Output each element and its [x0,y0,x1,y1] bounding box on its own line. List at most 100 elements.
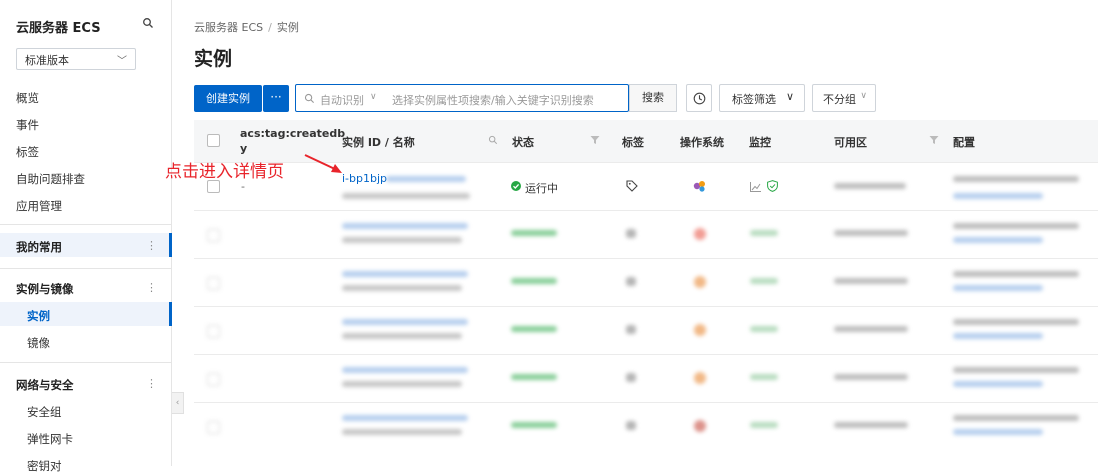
tag-icon [626,325,636,334]
os-logo-icon [694,228,706,240]
page-title: 实例 [194,48,233,70]
version-select[interactable]: 标准版本 ﹀ [16,48,136,70]
instance-id-blurred [342,367,468,373]
breadcrumb-current: 实例 [276,21,299,34]
zone-blurred [834,278,908,284]
column-header-os: 操作系统 [680,136,724,149]
sidebar-item-eni[interactable]: 弹性网卡 [27,431,73,447]
divider [0,224,172,225]
search-icon[interactable] [488,135,498,145]
instance-name-blurred [342,237,462,243]
column-header-tags: 标签 [622,136,644,149]
config-spec-blurred [953,319,1079,325]
status-blurred [511,230,557,236]
breadcrumb: 云服务器 ECS / 实例 [194,21,299,34]
zone-blurred [834,374,908,380]
sidebar-item-overview[interactable]: 概览 [16,90,39,106]
monitor-blurred [750,230,778,236]
sidebar-title: 云服务器 ECS [16,21,101,36]
os-logo-icon [693,181,705,192]
os-logo-icon [694,420,706,432]
breadcrumb-root[interactable]: 云服务器 ECS [194,21,263,34]
row-divider [194,354,1098,355]
filter-icon[interactable] [590,135,600,145]
sidebar-item-security-groups[interactable]: 安全组 [27,404,62,420]
row-divider [194,402,1098,403]
more-icon[interactable]: ⋮ [146,377,157,390]
select-all-checkbox[interactable] [207,134,220,147]
tag-icon [626,229,636,238]
instance-id-link[interactable]: i-bp1bjp [342,172,387,185]
shield-check-icon[interactable] [767,180,778,192]
arrow-icon [304,154,342,173]
favorites-active-indicator [169,233,172,257]
sidebar-item-troubleshoot[interactable]: 自助问题排查 [16,171,85,187]
os-logo-icon [694,372,706,384]
config-type-blurred [953,381,1043,387]
row-checkbox[interactable] [207,325,220,338]
create-instance-button[interactable]: 创建实例 [194,85,262,112]
config-spec-blurred [953,367,1079,373]
chevron-down-icon: ∨ [860,91,867,101]
group-select[interactable]: 不分组 ∨ [812,84,876,112]
filter-icon[interactable] [929,135,939,145]
search-icon[interactable] [142,17,154,29]
annotation-text: 点击进入详情页 [165,162,284,182]
sidebar-item-app-management[interactable]: 应用管理 [16,198,62,214]
history-button[interactable] [686,84,712,112]
instance-name-blurred [342,285,462,291]
instance-name-blurred [342,429,462,435]
search-button[interactable]: 搜索 [629,84,677,112]
os-logo-icon [694,276,706,288]
status-blurred [511,278,557,284]
sidebar-item-key-pairs[interactable]: 密钥对 [27,458,62,474]
config-type-blurred [953,285,1043,291]
row-checkbox[interactable] [207,229,220,242]
more-icon[interactable]: ⋮ [146,239,157,252]
group-select-value: 不分组 [823,93,856,106]
row-checkbox[interactable] [207,277,220,290]
sidebar-collapse-handle[interactable]: ‹ [172,392,184,414]
sidebar-group-instances-images[interactable]: 实例与镜像 [16,281,74,297]
zone-blurred [834,230,908,236]
version-select-value: 标准版本 [25,54,69,67]
column-header-zone: 可用区 [834,136,867,149]
config-type-blurred [953,333,1043,339]
monitor-blurred [750,278,778,284]
sidebar-item-events[interactable]: 事件 [16,117,39,133]
chart-icon[interactable] [750,182,761,192]
more-icon[interactable]: ⋮ [146,281,157,294]
chevron-down-icon: ∨ [370,92,377,102]
config-type-blurred [953,429,1043,435]
running-status-icon [511,181,521,191]
sidebar-item-images[interactable]: 镜像 [27,335,50,351]
status-blurred [511,422,557,428]
sidebar-item-tags[interactable]: 标签 [16,144,39,160]
tag-filter-label: 标签筛选 [732,93,776,106]
instance-name-blurred [342,381,462,387]
search-input[interactable]: 自动识别 ∨ 选择实例属性项搜索/输入关键字识别搜索 [295,84,629,112]
instance-id-blurred [342,271,468,277]
more-actions-button[interactable]: ··· [263,85,289,112]
monitor-blurred [750,422,778,428]
row-divider [194,306,1098,307]
config-spec-blurred [953,223,1079,229]
instance-id-blurred [342,319,468,325]
tag-filter-button[interactable]: 标签筛选 ∨ [719,84,805,112]
sidebar-group-favorites[interactable]: 我的常用 [16,239,62,255]
sidebar-group-network-security[interactable]: 网络与安全 [16,377,74,393]
tag-icon[interactable] [626,180,638,192]
status-blurred [511,326,557,332]
row-checkbox[interactable] [207,421,220,434]
zone-blurred [834,326,908,332]
column-header-id-name: 实例 ID / 名称 [342,136,415,149]
clock-icon [693,92,706,105]
config-spec-blurred [953,271,1079,277]
chevron-down-icon: ∨ [785,90,794,103]
config-type [953,193,1043,199]
instance-name-blurred [342,333,462,339]
search-mode-select[interactable]: 自动识别 [320,92,364,108]
zone-blurred [834,422,908,428]
sidebar-item-instances[interactable]: 实例 [27,308,50,324]
row-checkbox[interactable] [207,373,220,386]
